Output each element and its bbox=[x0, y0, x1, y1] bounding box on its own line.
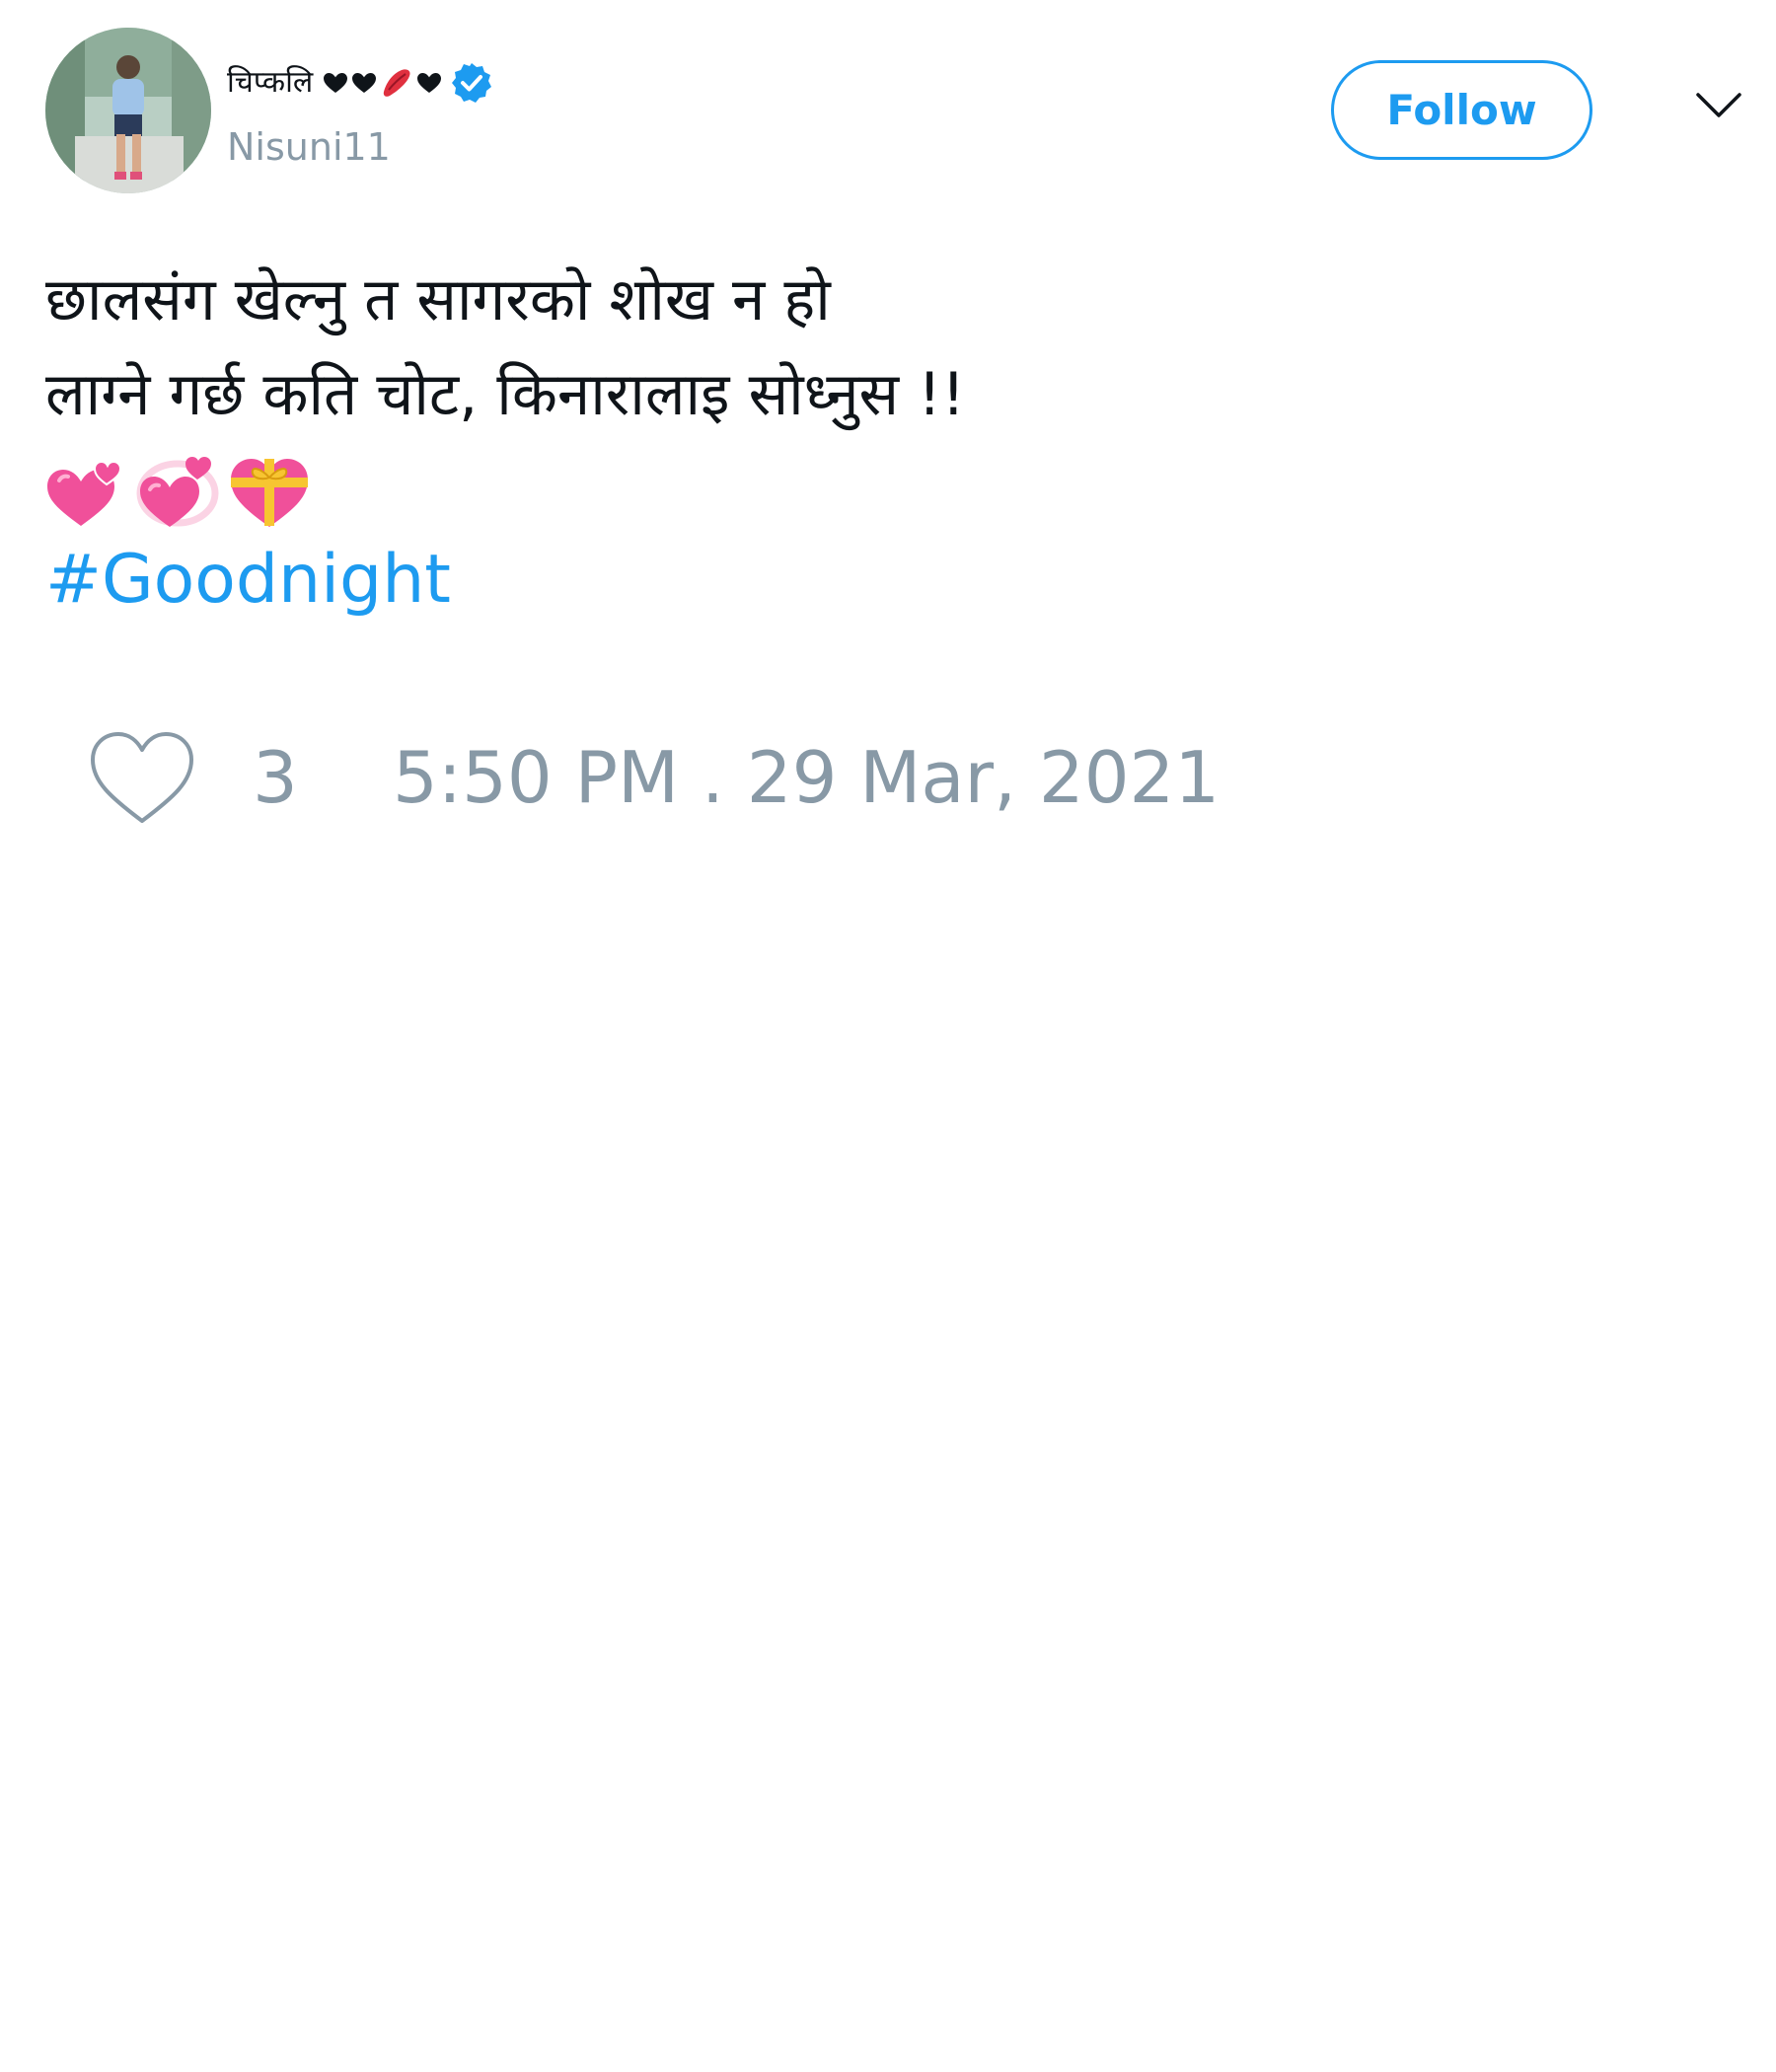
hashtag-link[interactable]: #Goodnight bbox=[45, 533, 1703, 628]
display-name[interactable]: चिप्कलि bbox=[227, 68, 313, 98]
like-count: 3 bbox=[253, 736, 298, 819]
heart-icon[interactable] bbox=[89, 730, 195, 825]
tweet-timestamp[interactable]: 5:50 PM . 29 Mar, 2021 bbox=[393, 742, 1220, 813]
tweet-text-line: छालसंग खेल्नु त सागरको शोख न हो bbox=[45, 265, 831, 334]
avatar[interactable] bbox=[45, 28, 211, 193]
tweet-text-line: लाग्ने गर्छ कति चोट, किनारालाइ सोध्नुस !… bbox=[45, 360, 966, 429]
tweet-text: छालसंग खेल्नु त सागरको शोख न हो लाग्ने ग… bbox=[45, 253, 1703, 628]
name-emoji-group bbox=[323, 66, 442, 100]
tweet-emoji-row bbox=[45, 444, 1703, 533]
two-hearts-icon bbox=[47, 460, 122, 526]
black-heart-icon bbox=[417, 73, 442, 93]
tweet-card: चिप्कलि Nisuni11 Follow छालसंग खेल्नु त … bbox=[0, 0, 1776, 2072]
black-heart-icon bbox=[324, 73, 348, 93]
user-handle[interactable]: Nisuni11 bbox=[227, 128, 391, 166]
display-name-row[interactable]: चिप्कलि bbox=[227, 61, 493, 105]
black-heart-icon bbox=[352, 73, 377, 93]
follow-button-label: Follow bbox=[1386, 86, 1537, 134]
chevron-down-icon[interactable] bbox=[1695, 91, 1742, 120]
revolving-hearts-icon bbox=[136, 457, 219, 527]
verified-badge-icon bbox=[450, 61, 493, 105]
follow-button[interactable]: Follow bbox=[1331, 60, 1592, 160]
avatar-photo bbox=[45, 28, 211, 193]
heart-with-ribbon-icon bbox=[231, 459, 308, 527]
kiss-mark-icon bbox=[384, 69, 410, 97]
